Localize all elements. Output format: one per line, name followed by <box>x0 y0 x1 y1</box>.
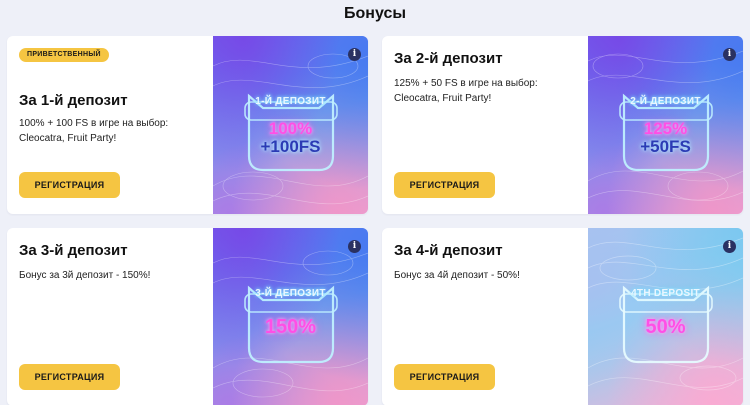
info-icon[interactable]: i <box>723 48 736 61</box>
bonus-card-deposit-4: За 4-й депозит Бонус за 4й депозит - 50%… <box>382 228 743 405</box>
promo-banner: 3-Й ДЕПОЗИТ 150% i <box>213 228 368 405</box>
info-icon[interactable]: i <box>723 240 736 253</box>
promo-value: 50% <box>588 316 743 338</box>
promo-heading: 4TH DEPOSIT <box>631 288 700 299</box>
promo-freespins: +100FS <box>260 137 321 156</box>
card-description: 125% + 50 FS в игре на выбор: Cleocatra,… <box>394 78 538 104</box>
bonus-card-deposit-2: За 2-й депозит 125% + 50 FS в игре на вы… <box>382 36 743 214</box>
bonus-card-deposit-3: За 3-й депозит Бонус за 3й депозит - 150… <box>7 228 368 405</box>
register-button[interactable]: РЕГИСТРАЦИЯ <box>19 364 120 390</box>
promo-heading: 3-Й ДЕПОЗИТ <box>255 288 326 299</box>
promo-banner: 2-Й ДЕПОЗИТ 125% +50FS i <box>588 36 743 214</box>
register-button[interactable]: РЕГИСТРАЦИЯ <box>19 172 120 198</box>
promo-freespins: +50FS <box>640 137 691 156</box>
card-description: Бонус за 3й депозит - 150%! <box>19 270 151 281</box>
promo-heading: 2-Й ДЕПОЗИТ <box>630 96 701 107</box>
info-icon[interactable]: i <box>348 240 361 253</box>
bonus-card-deposit-1: ПРИВЕТСТВЕННЫЙ За 1-й депозит 100% + 100… <box>7 36 368 214</box>
card-description: 100% + 100 FS в игре на выбор: Cleocatra… <box>19 118 169 144</box>
promo-value: 100% +100FS <box>213 120 368 156</box>
register-button[interactable]: РЕГИСТРАЦИЯ <box>394 364 495 390</box>
card-description: Бонус за 4й депозит - 50%! <box>394 270 520 281</box>
register-button[interactable]: РЕГИСТРАЦИЯ <box>394 172 495 198</box>
promo-percent: 100% <box>268 119 313 138</box>
promo-value: 150% <box>213 316 368 338</box>
promo-percent: 125% <box>643 119 688 138</box>
card-title: За 1-й депозит <box>19 92 128 109</box>
info-icon[interactable]: i <box>348 48 361 61</box>
promo-percent: 50% <box>645 316 686 338</box>
promo-heading: 1-Й ДЕПОЗИТ <box>255 96 326 107</box>
welcome-badge: ПРИВЕТСТВЕННЫЙ <box>19 48 109 62</box>
promo-banner: 4TH DEPOSIT 50% i <box>588 228 743 405</box>
page-title: Бонусы <box>344 5 406 22</box>
card-title: За 3-й депозит <box>19 242 128 259</box>
promo-percent: 150% <box>264 316 317 338</box>
card-title: За 4-й депозит <box>394 242 503 259</box>
promo-value: 125% +50FS <box>588 120 743 156</box>
card-title: За 2-й депозит <box>394 50 503 67</box>
promo-banner: 1-Й ДЕПОЗИТ 100% +100FS i <box>213 36 368 214</box>
